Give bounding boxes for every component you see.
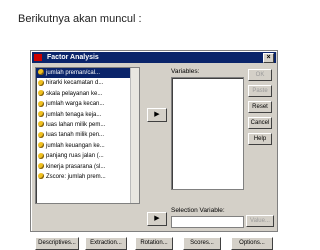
title-bar: Factor Analysis × [32,52,276,63]
background-table-edge [30,231,276,240]
reset-button[interactable]: Reset [248,101,272,113]
list-item[interactable]: luas lahan milik pem... [36,120,139,130]
list-item[interactable]: jumlah preman/cal... [36,68,139,79]
variable-icon [38,121,44,128]
list-item[interactable]: luas tanah milik pen... [36,130,139,140]
list-item[interactable]: Zscore: jumlah prem... [36,172,139,182]
selection-variable-field[interactable] [171,216,244,228]
variable-icon [38,142,44,149]
list-item[interactable]: jumlah warga kecan... [36,99,139,109]
caption-text: Berikutnya akan muncul : [18,13,142,25]
value-button[interactable]: Value... [246,215,274,227]
variable-icon [38,162,44,169]
variable-icon [38,152,44,159]
variable-icon [38,69,44,76]
paste-button[interactable]: Paste [248,85,272,97]
list-item[interactable]: hirarki kecamatan d... [36,78,139,88]
variable-icon [38,100,44,107]
variable-icon [38,110,44,117]
cancel-button[interactable]: Cancel [248,117,272,129]
variables-target-list[interactable] [171,77,244,190]
move-to-selection-button[interactable]: ▶ [147,212,167,226]
variable-icon [38,173,44,180]
ok-button[interactable]: OK [248,69,272,81]
source-variable-list[interactable]: jumlah preman/cal... hirarki kecamatan d… [35,67,140,204]
close-icon[interactable]: × [263,53,274,63]
move-to-variables-button[interactable]: ▶ [147,108,167,122]
variable-icon [38,90,44,97]
list-item[interactable]: jumlah tenaga keja... [36,110,139,120]
dialog-title: Factor Analysis [46,54,99,61]
list-item[interactable]: skala pelayanan ke... [36,89,139,99]
variable-icon [38,131,44,138]
list-item[interactable]: kinerja prasarana (sl... [36,162,139,172]
variables-label: Variables: [171,68,200,75]
variable-icon [38,79,44,86]
list-item[interactable]: jumlah keuangan ke... [36,141,139,151]
list-item[interactable]: panjang ruas jalan (... [36,151,139,161]
factor-analysis-dialog: Factor Analysis × jumlah preman/cal... h… [30,50,278,250]
help-button[interactable]: Help [248,133,272,145]
selection-variable-label: Selection Variable: [171,207,225,214]
list-scrollbar[interactable] [130,68,139,203]
spss-icon [34,54,42,61]
